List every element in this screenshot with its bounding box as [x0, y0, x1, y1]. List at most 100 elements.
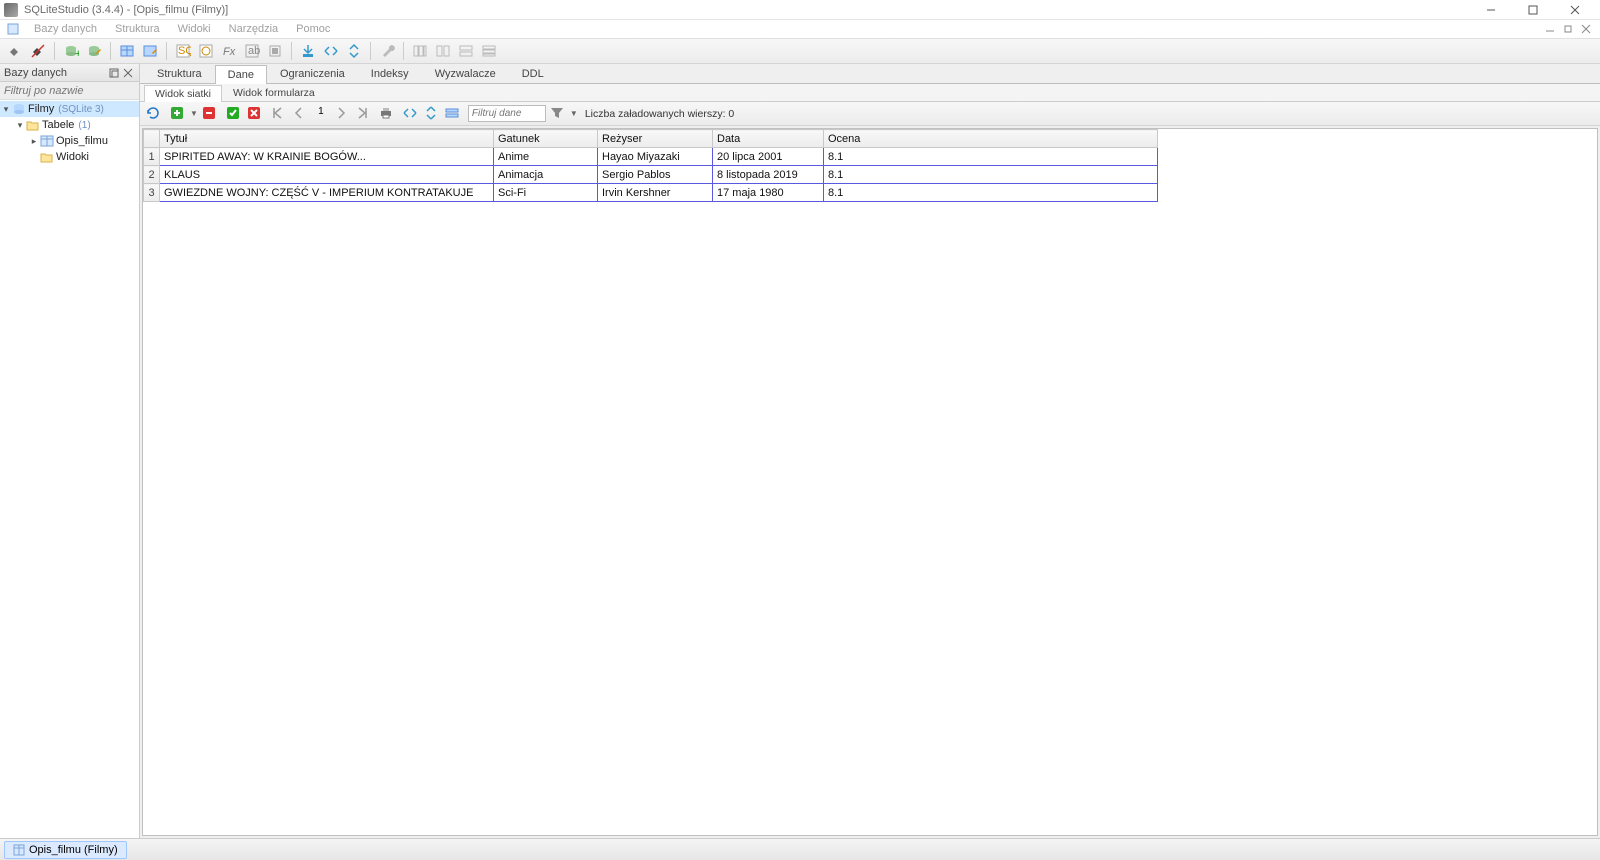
print-button[interactable]	[378, 105, 396, 123]
table-cell[interactable]: Hayao Miyazaki	[598, 148, 713, 166]
table-cell[interactable]: 20 lipca 2001	[713, 148, 824, 166]
settings-button[interactable]	[377, 41, 397, 61]
tree-tables-label: Tabele	[42, 119, 74, 131]
edit-db-button[interactable]	[84, 41, 104, 61]
window-titlebar: SQLiteStudio (3.4.4) - [Opis_filmu (Film…	[0, 0, 1600, 20]
mdi-close-button[interactable]	[1578, 22, 1594, 36]
table-cell[interactable]: Irvin Kershner	[598, 184, 713, 202]
add-row-button[interactable]	[169, 105, 187, 123]
tab-struktura[interactable]: Struktura	[144, 64, 215, 83]
commit-button[interactable]	[225, 105, 243, 123]
row-number[interactable]: 1	[144, 148, 160, 166]
table-cell[interactable]: KLAUS	[160, 166, 494, 184]
sql-history-button[interactable]	[196, 41, 216, 61]
tree-tables-group[interactable]: ▾ Tabele (1)	[0, 117, 139, 133]
layout2-button[interactable]	[433, 41, 453, 61]
prev-page-button[interactable]	[291, 105, 309, 123]
subtab-form-view[interactable]: Widok formularza	[222, 84, 326, 101]
table-cell[interactable]: 8.1	[824, 166, 1158, 184]
tree-db-node[interactable]: ▾ Filmy (SQLite 3)	[0, 101, 139, 117]
table-cell[interactable]: 17 maja 1980	[713, 184, 824, 202]
next-page-button[interactable]	[333, 105, 351, 123]
rollback-button[interactable]	[246, 105, 264, 123]
filter-button[interactable]	[549, 105, 567, 123]
tab-ddl[interactable]: DDL	[509, 64, 557, 83]
window-maximize-button[interactable]	[1512, 0, 1554, 20]
last-page-button[interactable]	[354, 105, 372, 123]
window-minimize-button[interactable]	[1470, 0, 1512, 20]
row-actions-button[interactable]	[444, 105, 462, 123]
table-cell[interactable]: GWIEZDNE WOJNY: CZĘŚĆ V - IMPERIUM KONTR…	[160, 184, 494, 202]
data-grid[interactable]: Tytuł Gatunek Reżyser Data Ocena 1SPIRIT…	[142, 128, 1598, 836]
edit-table-button[interactable]	[140, 41, 160, 61]
panel-undock-button[interactable]	[107, 66, 121, 80]
delete-row-button[interactable]	[201, 105, 219, 123]
layout4-button[interactable]	[479, 41, 499, 61]
table-row[interactable]: 2KLAUSAnimacjaSergio Pablos8 listopada 2…	[144, 166, 1158, 184]
table-cell[interactable]: SPIRITED AWAY: W KRAINIE BOGÓW...	[160, 148, 494, 166]
document-tab-label: Opis_filmu (Filmy)	[29, 844, 118, 856]
tab-wyzwalacze[interactable]: Wyzwalacze	[422, 64, 509, 83]
mdi-minimize-button[interactable]	[1542, 22, 1558, 36]
collation-button[interactable]: ab	[242, 41, 262, 61]
expand-arrow-icon[interactable]: ▾	[14, 120, 26, 131]
menu-pomoc[interactable]: Pomoc	[292, 22, 334, 36]
tab-dane[interactable]: Dane	[215, 65, 267, 84]
row-number[interactable]: 3	[144, 184, 160, 202]
grid-filter-input[interactable]	[468, 105, 546, 122]
layout1-button[interactable]	[410, 41, 430, 61]
tab-indeksy[interactable]: Indeksy	[358, 64, 422, 83]
tree-table-node[interactable]: ▸ Opis_filmu	[0, 133, 139, 149]
connect-db-button[interactable]	[5, 41, 25, 61]
expand-icon	[323, 43, 339, 59]
filter-dropdown[interactable]: ▼	[570, 109, 578, 118]
page-number[interactable]: 1	[312, 106, 330, 122]
row-number[interactable]: 2	[144, 166, 160, 184]
menu-widoki[interactable]: Widoki	[174, 22, 215, 36]
add-db-button[interactable]: +	[61, 41, 81, 61]
menu-bazy-danych[interactable]: Bazy danych	[30, 22, 101, 36]
col-header-data[interactable]: Data	[713, 130, 824, 148]
layout3-button[interactable]	[456, 41, 476, 61]
add-row-dropdown[interactable]: ▼	[190, 109, 198, 118]
col-header-rezyser[interactable]: Reżyser	[598, 130, 713, 148]
table-cell[interactable]: Anime	[494, 148, 598, 166]
table-cell[interactable]: Sci-Fi	[494, 184, 598, 202]
col-header-gatunek[interactable]: Gatunek	[494, 130, 598, 148]
table-cell[interactable]: Animacja	[494, 166, 598, 184]
import-button[interactable]	[298, 41, 318, 61]
table-cell[interactable]: Sergio Pablos	[598, 166, 713, 184]
extension-button[interactable]	[265, 41, 285, 61]
collapse-button[interactable]	[344, 41, 364, 61]
databases-tree[interactable]: ▾ Filmy (SQLite 3) ▾ Tabele (1) ▸ Opis_f…	[0, 100, 139, 838]
tab-ograniczenia[interactable]: Ograniczenia	[267, 64, 358, 83]
sql-function-button[interactable]: Fx	[219, 41, 239, 61]
row-header-corner[interactable]	[144, 130, 160, 148]
sql-editor-button[interactable]: SQL	[173, 41, 193, 61]
table-cell[interactable]: 8.1	[824, 148, 1158, 166]
document-tab[interactable]: Opis_filmu (Filmy)	[4, 841, 127, 859]
mdi-restore-button[interactable]	[1560, 22, 1576, 36]
window-close-button[interactable]	[1554, 0, 1596, 20]
adjust-columns-button[interactable]	[402, 105, 420, 123]
expand-arrow-icon[interactable]: ▸	[28, 136, 40, 147]
refresh-button[interactable]	[145, 105, 163, 123]
tree-views-group[interactable]: Widoki	[0, 149, 139, 165]
table-row[interactable]: 3GWIEZDNE WOJNY: CZĘŚĆ V - IMPERIUM KONT…	[144, 184, 1158, 202]
col-header-tytul[interactable]: Tytuł	[160, 130, 494, 148]
first-page-button[interactable]	[270, 105, 288, 123]
disconnect-db-button[interactable]	[28, 41, 48, 61]
table-row[interactable]: 1SPIRITED AWAY: W KRAINIE BOGÓW...AnimeH…	[144, 148, 1158, 166]
table-cell[interactable]: 8.1	[824, 184, 1158, 202]
panel-close-button[interactable]	[121, 66, 135, 80]
menu-struktura[interactable]: Struktura	[111, 22, 164, 36]
table-cell[interactable]: 8 listopada 2019	[713, 166, 824, 184]
col-header-ocena[interactable]: Ocena	[824, 130, 1158, 148]
adjust-rows-button[interactable]	[423, 105, 441, 123]
add-table-button[interactable]	[117, 41, 137, 61]
menu-narzedzia[interactable]: Narzędzia	[225, 22, 283, 36]
expand-button[interactable]	[321, 41, 341, 61]
databases-filter-input[interactable]	[0, 82, 139, 99]
expand-arrow-icon[interactable]: ▾	[0, 104, 12, 115]
subtab-grid-view[interactable]: Widok siatki	[144, 85, 222, 102]
